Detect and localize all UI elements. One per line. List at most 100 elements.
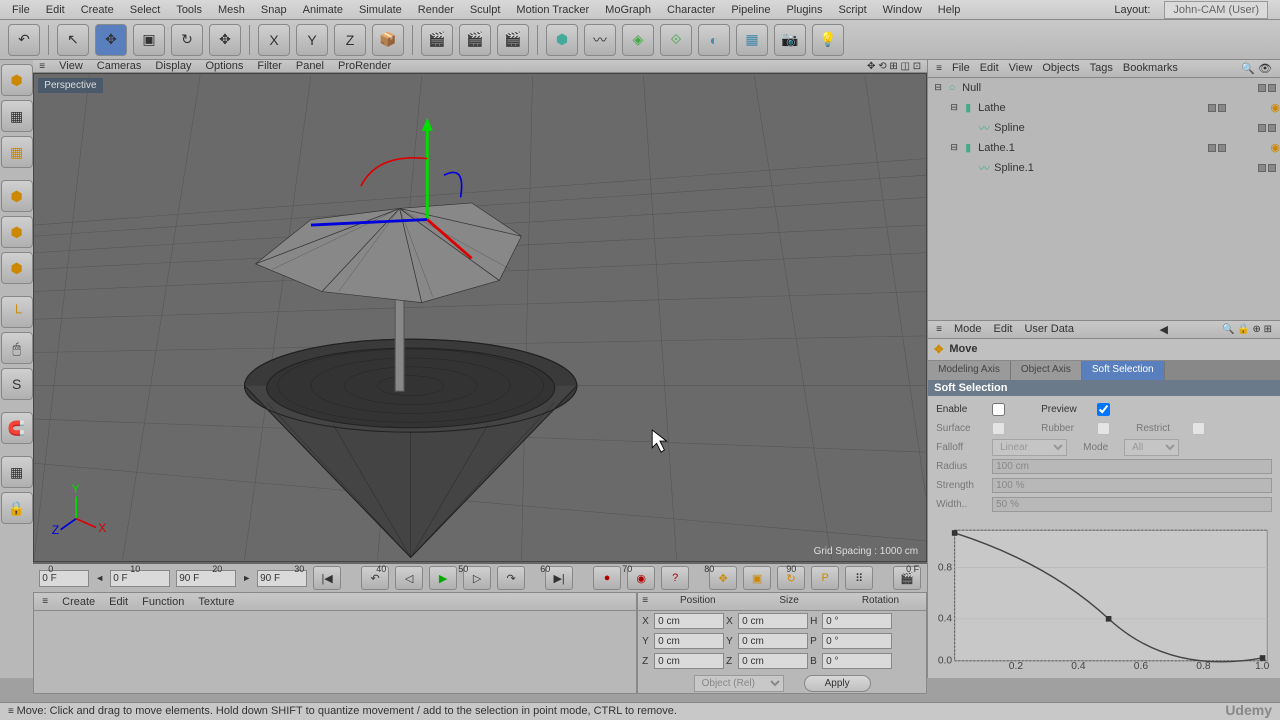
viewport-icons[interactable]: ✥ ⟲ ⊞ ◫ ⊡ [867, 61, 921, 72]
menu-plugins[interactable]: Plugins [778, 2, 830, 18]
object-spline-1[interactable]: 〰Spline.1 [928, 158, 1280, 178]
preview-checkbox[interactable] [1097, 403, 1110, 416]
3d-viewport[interactable]: Perspective [33, 73, 927, 562]
cube-primitive-button[interactable]: ⬢ [546, 24, 578, 56]
pos-Y[interactable] [654, 633, 724, 649]
x-axis-button[interactable]: X [258, 24, 290, 56]
light-button[interactable]: 💡 [812, 24, 844, 56]
tweak-mode-button[interactable]: 🖱 [1, 332, 33, 364]
menu-sculpt[interactable]: Sculpt [462, 2, 509, 18]
cameras-menu-item[interactable]: Cameras [97, 60, 142, 72]
enable-checkbox[interactable] [992, 403, 1005, 416]
menu-simulate[interactable]: Simulate [351, 2, 410, 18]
view-menu-item[interactable]: View [59, 60, 83, 72]
object-tree[interactable]: ⊟○Null⊟▮Lathe◉〰Spline⊟▮Lathe.1◉〰Spline.1 [928, 78, 1280, 321]
environment-button[interactable]: ◐ [698, 24, 730, 56]
menu-file[interactable]: File [4, 2, 38, 18]
tab-object-axis[interactable]: Object Axis [1011, 361, 1082, 381]
om-view[interactable]: View [1009, 62, 1033, 74]
edges-mode-button[interactable]: ⬢ [1, 216, 33, 248]
camera-button[interactable]: 📷 [774, 24, 806, 56]
polygons-mode-button[interactable]: ⬢ [1, 252, 33, 284]
om-bookmarks[interactable]: Bookmarks [1123, 62, 1178, 74]
pos-Z[interactable] [654, 653, 724, 669]
mat-texture-menu[interactable]: Texture [198, 596, 234, 608]
size-Z[interactable] [738, 653, 808, 669]
am-mode[interactable]: Mode [954, 323, 982, 335]
rot-B[interactable] [822, 653, 892, 669]
key-pla-button[interactable]: ⠿ [845, 566, 873, 590]
render-view-button[interactable]: 🎬 [421, 24, 453, 56]
y-axis-button[interactable]: Y [296, 24, 328, 56]
record-button[interactable]: ● [593, 566, 621, 590]
menu-motion-tracker[interactable]: Motion Tracker [508, 2, 597, 18]
scale-tool-button[interactable]: ▣ [133, 24, 165, 56]
lock-workplane-button[interactable]: 🔒 [1, 492, 33, 524]
size-Y[interactable] [738, 633, 808, 649]
axis-mode-button[interactable]: └ [1, 296, 33, 328]
generator-button[interactable]: ◈ [622, 24, 654, 56]
next-key-button[interactable]: ↷ [497, 566, 525, 590]
options-menu-item[interactable]: Options [205, 60, 243, 72]
prev-frame-button[interactable]: ◁ [395, 566, 423, 590]
menu-tools[interactable]: Tools [168, 2, 210, 18]
mat-function-menu[interactable]: Function [142, 596, 184, 608]
filter-menu-item[interactable]: Filter [257, 60, 281, 72]
om-search-icon[interactable]: 🔍 👁 [1241, 62, 1272, 75]
om-edit[interactable]: Edit [980, 62, 999, 74]
menu-window[interactable]: Window [875, 2, 930, 18]
om-file[interactable]: File [952, 62, 970, 74]
am-icons[interactable]: 🔍 🔒 ⊕ ⊞ [1222, 324, 1272, 335]
object-lathe[interactable]: ⊟▮Lathe◉ [928, 98, 1280, 118]
size-X[interactable] [738, 613, 808, 629]
texture-mode-button[interactable]: ▦ [1, 100, 33, 132]
play-button[interactable]: ▶ [429, 566, 457, 590]
keyframe-button[interactable]: ? [661, 566, 689, 590]
prorender-menu-item[interactable]: ProRender [338, 60, 391, 72]
key-param-button[interactable]: P [811, 566, 839, 590]
menu-pipeline[interactable]: Pipeline [723, 2, 778, 18]
falloff-spline-graph[interactable]: 0.8 0.4 0.0 0.2 0.4 0.6 0.8 1.0 [928, 518, 1280, 678]
goto-start-button[interactable]: |◀ [313, 566, 341, 590]
workplane-button[interactable]: ▦ [1, 456, 33, 488]
rot-P[interactable] [822, 633, 892, 649]
mat-create-menu[interactable]: Create [62, 596, 95, 608]
deformer-button[interactable]: ⟐ [660, 24, 692, 56]
object-spline[interactable]: 〰Spline [928, 118, 1280, 138]
om-objects[interactable]: Objects [1042, 62, 1079, 74]
rot-H[interactable] [822, 613, 892, 629]
tab-soft-selection[interactable]: Soft Selection [1082, 361, 1165, 381]
om-tags[interactable]: Tags [1090, 62, 1113, 74]
panel-menu-item[interactable]: Panel [296, 60, 324, 72]
live-select-button[interactable]: ↖ [57, 24, 89, 56]
move-tool-button[interactable]: ✥ [95, 24, 127, 56]
current-frame-input[interactable] [39, 570, 89, 587]
menu-mesh[interactable]: Mesh [210, 2, 253, 18]
menu-help[interactable]: Help [930, 2, 969, 18]
menu-select[interactable]: Select [122, 2, 169, 18]
z-axis-button[interactable]: Z [334, 24, 366, 56]
spline-button[interactable]: 〰 [584, 24, 616, 56]
magnet-button[interactable]: 🧲 [1, 412, 33, 444]
range-end-input[interactable] [176, 570, 236, 587]
layout-selector[interactable]: Layout: John-CAM (User) [1098, 1, 1276, 19]
menu-render[interactable]: Render [410, 2, 462, 18]
mat-edit-menu[interactable]: Edit [109, 596, 128, 608]
undo-button[interactable]: ↶ [8, 24, 40, 56]
object-null[interactable]: ⊟○Null [928, 78, 1280, 98]
layout-value[interactable]: John-CAM (User) [1164, 1, 1268, 19]
coord-mode-select[interactable]: Object (Rel) [694, 675, 784, 692]
model-mode-button[interactable]: ⬢ [1, 64, 33, 96]
last-tool-button[interactable]: ✥ [209, 24, 241, 56]
menu-mograph[interactable]: MoGraph [597, 2, 659, 18]
apply-button[interactable]: Apply [804, 675, 871, 692]
tab-modeling-axis[interactable]: Modeling Axis [928, 361, 1011, 381]
menu-animate[interactable]: Animate [295, 2, 351, 18]
key-scale-button[interactable]: ▣ [743, 566, 771, 590]
snap-button[interactable]: S [1, 368, 33, 400]
coord-system-button[interactable]: 📦 [372, 24, 404, 56]
am-back-icon[interactable]: ◀ [1160, 323, 1168, 336]
display-menu-item[interactable]: Display [155, 60, 191, 72]
pos-X[interactable] [654, 613, 724, 629]
menu-script[interactable]: Script [831, 2, 875, 18]
